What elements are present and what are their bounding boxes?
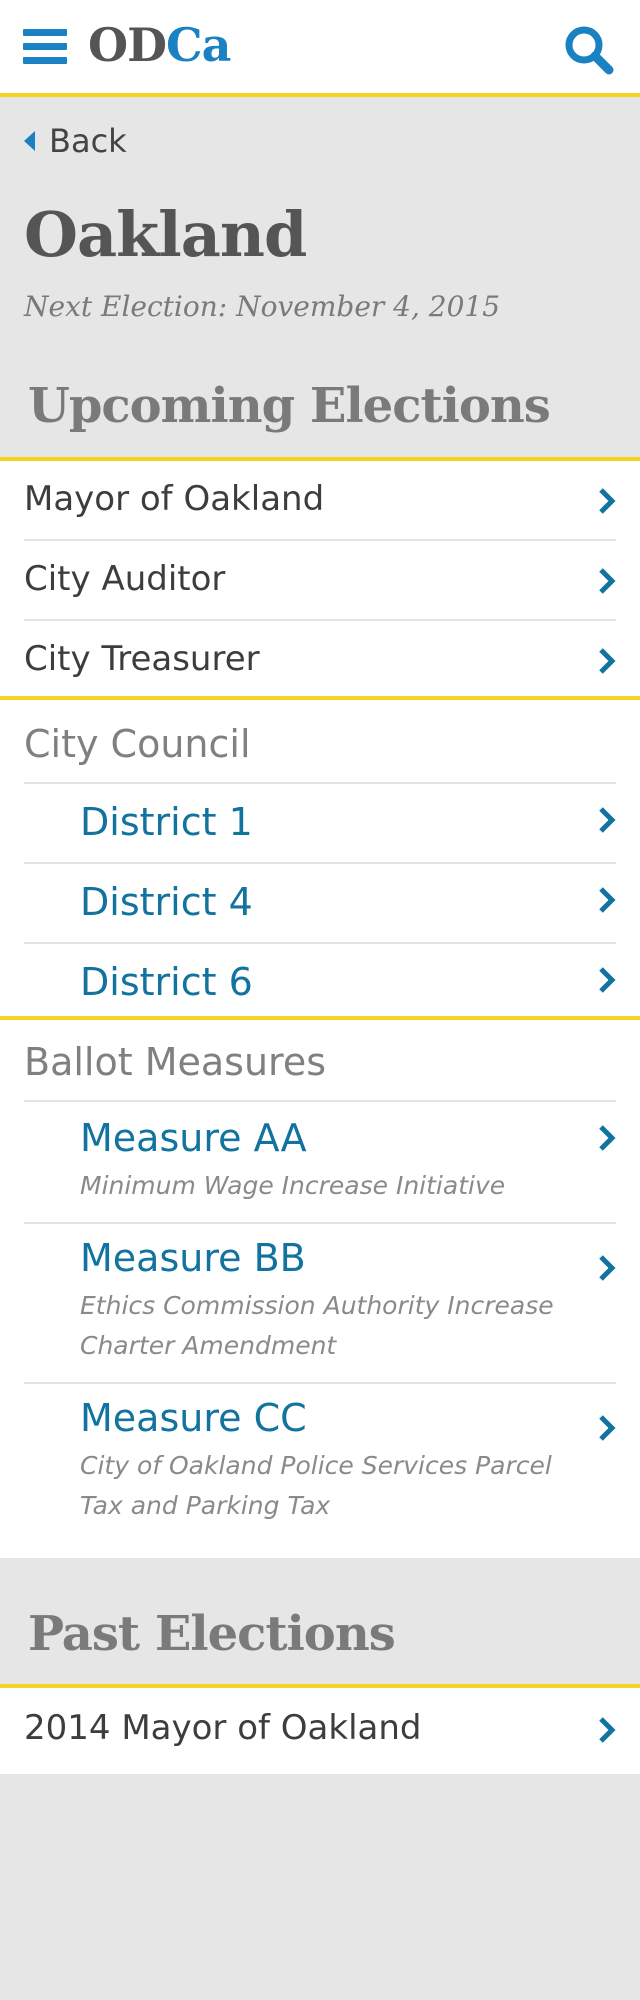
office-label: City Auditor (24, 559, 226, 599)
back-link[interactable]: Back (24, 122, 127, 160)
next-election-date: Next Election: November 4, 2015 (24, 290, 501, 323)
upcoming-elections-heading: Upcoming Elections (28, 378, 551, 434)
list-item-measure[interactable]: Measure CC City of Oakland Police Servic… (24, 1384, 616, 1554)
ballot-measures-panel: Ballot Measures Measure AA Minimum Wage … (0, 1016, 640, 1558)
list-item-measure[interactable]: Measure BB Ethics Commission Authority I… (24, 1224, 616, 1384)
page-title: Oakland (24, 198, 307, 271)
measure-label: Measure BB (80, 1236, 306, 1280)
chevron-right-icon (599, 887, 616, 913)
list-item-office[interactable]: City Treasurer (24, 621, 616, 699)
list-item-past-election[interactable]: 2014 Mayor of Oakland (24, 1688, 616, 1772)
chevron-right-icon (599, 1125, 616, 1151)
office-label: Mayor of Oakland (24, 479, 325, 519)
chevron-right-icon (599, 568, 616, 594)
chevron-right-icon (599, 648, 616, 674)
chevron-right-icon (599, 488, 616, 514)
office-label: City Treasurer (24, 639, 260, 679)
district-label: District 4 (80, 880, 253, 924)
list-item-district[interactable]: District 6 (24, 944, 616, 1018)
logo-ca-text: Ca (165, 18, 231, 72)
group-label-divider (24, 700, 616, 784)
list-item-district[interactable]: District 4 (24, 864, 616, 944)
site-logo[interactable]: ODCa (88, 18, 231, 72)
district-label: District 1 (80, 800, 253, 844)
search-icon[interactable] (562, 24, 618, 76)
app-header: ODCa (0, 0, 640, 97)
chevron-right-icon (599, 1717, 616, 1743)
past-elections-heading: Past Elections (28, 1606, 396, 1662)
list-item-office[interactable]: City Auditor (24, 541, 616, 621)
measure-description: City of Oakland Police Services Parcel T… (80, 1451, 552, 1520)
past-election-label: 2014 Mayor of Oakland (24, 1708, 422, 1748)
list-item-office[interactable]: Mayor of Oakland (24, 461, 616, 541)
chevron-right-icon (599, 967, 616, 993)
past-elections-panel: 2014 Mayor of Oakland (0, 1684, 640, 1774)
district-label: District 6 (80, 960, 253, 1004)
logo-od-text: OD (88, 18, 167, 72)
back-label: Back (49, 122, 127, 160)
hamburger-icon[interactable] (23, 29, 67, 64)
city-council-panel: City Council District 1 District 4 Distr… (0, 696, 640, 1020)
measure-description: Ethics Commission Authority Increase Cha… (80, 1291, 554, 1360)
chevron-right-icon (599, 1255, 616, 1281)
chevron-right-icon (599, 1415, 616, 1441)
chevron-right-icon (599, 807, 616, 833)
offices-panel: Mayor of Oakland City Auditor City Treas… (0, 457, 640, 699)
list-item-measure[interactable]: Measure AA Minimum Wage Increase Initiat… (24, 1102, 616, 1224)
measure-description: Minimum Wage Increase Initiative (80, 1171, 506, 1200)
list-item-district[interactable]: District 1 (24, 784, 616, 864)
group-label-divider (24, 1020, 616, 1102)
measure-label: Measure CC (80, 1396, 307, 1440)
caret-left-icon (24, 131, 35, 151)
measure-label: Measure AA (80, 1116, 307, 1160)
